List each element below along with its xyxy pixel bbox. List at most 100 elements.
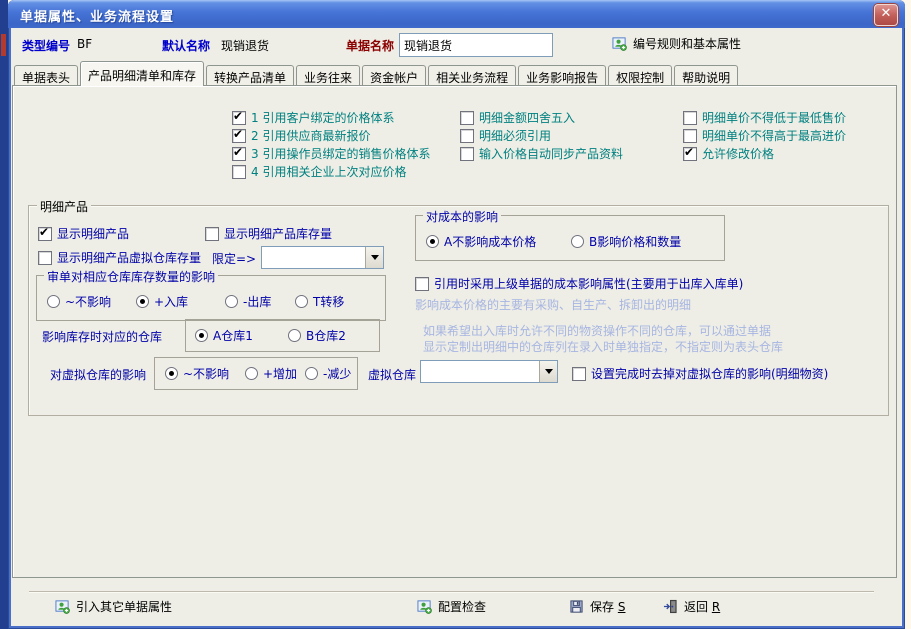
- checkbox-label: 2 引用供应商最新报价: [251, 127, 370, 144]
- default-name-value: 现销退货: [221, 37, 269, 54]
- checkbox-detail-must-quote[interactable]: 明细必须引用: [460, 128, 551, 143]
- checkbox-box[interactable]: [572, 367, 586, 381]
- detail-product-group-title: 明细产品: [37, 198, 91, 215]
- config-check-label: 配置检查: [438, 598, 486, 615]
- exit-door-icon: [663, 599, 678, 614]
- checkbox-box[interactable]: [683, 111, 697, 125]
- default-name-label: 默认名称: [162, 37, 210, 54]
- checkbox-box[interactable]: [38, 251, 52, 265]
- warehouse-radio-group: A仓库1 B仓库2: [185, 319, 380, 352]
- checkbox-use-operator-price[interactable]: 3 引用操作员绑定的销售价格体系: [232, 146, 430, 161]
- tab-impact-report[interactable]: 业务影响报告: [518, 65, 606, 86]
- checkbox-box[interactable]: [415, 277, 429, 291]
- checkbox-label: 显示明细产品虚拟仓库存量: [57, 249, 201, 266]
- checkbox-use-supplier-quote[interactable]: 2 引用供应商最新报价: [232, 128, 370, 143]
- checkbox-label: 明细金额四舍五入: [479, 109, 575, 126]
- radio-circle[interactable]: [136, 295, 149, 308]
- import-attributes-button[interactable]: 引入其它单据属性: [55, 598, 172, 615]
- checkbox-label: 3 引用操作员绑定的销售价格体系: [251, 145, 430, 162]
- radio-circle[interactable]: [426, 235, 439, 248]
- radio-circle[interactable]: [571, 235, 584, 248]
- radio-label: -减少: [323, 365, 351, 382]
- radio-label: +入库: [154, 293, 188, 310]
- radio-warehouse-a[interactable]: A仓库1: [195, 328, 253, 343]
- radio-virtual-increase[interactable]: +增加: [245, 366, 297, 381]
- numbering-rules-button[interactable]: 编号规则和基本属性: [612, 35, 741, 52]
- virtual-effect-label: 对虚拟仓库的影响: [50, 366, 146, 383]
- checkbox-box[interactable]: [232, 129, 246, 143]
- checkbox-show-virtual-stock[interactable]: 显示明细产品虚拟仓库存量: [38, 250, 201, 265]
- radio-cost-no-effect[interactable]: A不影响成本价格: [426, 234, 536, 249]
- checkbox-box[interactable]: [232, 147, 246, 161]
- checkbox-box[interactable]: [460, 129, 474, 143]
- tab-related-process[interactable]: 相关业务流程: [428, 65, 516, 86]
- checkbox-use-customer-price[interactable]: 1 引用客户绑定的价格体系: [232, 110, 394, 125]
- checkbox-box[interactable]: [683, 147, 697, 161]
- tab-doc-header[interactable]: 单据表头: [14, 65, 78, 86]
- virtual-warehouse-label: 虚拟仓库: [368, 366, 416, 383]
- radio-stock-out[interactable]: -出库: [225, 294, 271, 309]
- radio-no-effect[interactable]: ~不影响: [47, 294, 111, 309]
- window-title: 单据属性、业务流程设置: [20, 6, 174, 25]
- checkbox-inherit-cost-attr[interactable]: 引用时采用上级单据的成本影响属性(主要用于出库入库单): [415, 276, 743, 291]
- radio-circle[interactable]: [195, 329, 208, 342]
- doc-name-input[interactable]: [399, 33, 553, 57]
- checkbox-use-last-related-price[interactable]: 4 引用相关企业上次对应价格: [232, 164, 406, 179]
- checkbox-box[interactable]: [232, 111, 246, 125]
- radio-virtual-no-effect[interactable]: ~不影响: [165, 366, 229, 381]
- checkbox-label: 4 引用相关企业上次对应价格: [251, 163, 406, 180]
- radio-transfer[interactable]: T转移: [295, 294, 344, 309]
- config-check-button[interactable]: 配置检查: [417, 598, 486, 615]
- tab-convert-product-list[interactable]: 转换产品清单: [206, 65, 294, 86]
- radio-circle[interactable]: [47, 295, 60, 308]
- virtual-warehouse-combobox[interactable]: [420, 360, 558, 383]
- checkbox-box[interactable]: [205, 227, 219, 241]
- checkbox-show-detail-product[interactable]: 显示明细产品: [38, 226, 129, 241]
- checkbox-round-amount[interactable]: 明细金额四舍五入: [460, 110, 575, 125]
- close-icon[interactable]: ✕: [874, 4, 898, 26]
- radio-cost-affect-price-qty[interactable]: B影响价格和数量: [571, 234, 681, 249]
- checkbox-show-detail-stock[interactable]: 显示明细产品库存量: [205, 226, 332, 241]
- return-button[interactable]: 返回 R: [663, 598, 720, 615]
- limit-combobox-value: [262, 247, 365, 268]
- tab-fund-account[interactable]: 资金帐户: [362, 65, 426, 86]
- dropdown-arrow-icon[interactable]: [539, 361, 557, 382]
- checkbox-box[interactable]: [38, 227, 52, 241]
- checkbox-allow-modify-price[interactable]: 允许修改价格: [683, 146, 774, 161]
- checkbox-clear-virtual-effect[interactable]: 设置完成时去掉对虚拟仓库的影响(明细物资): [572, 366, 828, 381]
- title-bar[interactable]: 单据属性、业务流程设置 ✕: [8, 0, 905, 28]
- radio-label: T转移: [313, 293, 344, 310]
- warehouse-hint-line1: 如果希望出入库时允许不同的物资操作不同的仓库，可以通过单据: [423, 322, 771, 339]
- radio-warehouse-b[interactable]: B仓库2: [288, 328, 346, 343]
- warehouse-hint-line2: 显示定制出明细中的仓库列在录入时单独指定，不指定则为表头仓库: [423, 338, 783, 355]
- limit-label: 限定=>: [212, 250, 256, 267]
- radio-circle[interactable]: [305, 367, 318, 380]
- checkbox-max-purchase-price[interactable]: 明细单价不得高于最高进价: [683, 128, 846, 143]
- checkbox-box[interactable]: [683, 129, 697, 143]
- radio-stock-in[interactable]: +入库: [136, 294, 188, 309]
- tab-permission[interactable]: 权限控制: [608, 65, 672, 86]
- radio-circle[interactable]: [295, 295, 308, 308]
- dialog-window: 单据属性、业务流程设置 ✕ 类型编号 BF 默认名称 现销退货 单据名称 编号规…: [8, 0, 905, 629]
- tab-help[interactable]: 帮助说明: [674, 65, 738, 86]
- checkbox-box[interactable]: [460, 111, 474, 125]
- checkbox-sync-price-to-product[interactable]: 输入价格自动同步产品资料: [460, 146, 623, 161]
- footer-divider: [29, 591, 874, 592]
- checkbox-min-sale-price[interactable]: 明细单价不得低于最低售价: [683, 110, 846, 125]
- radio-circle[interactable]: [288, 329, 301, 342]
- save-button[interactable]: 保存 S: [569, 598, 625, 615]
- radio-circle[interactable]: [225, 295, 238, 308]
- warehouse-row-label: 影响库存时对应的仓库: [42, 328, 162, 345]
- limit-combobox[interactable]: [261, 246, 384, 269]
- radio-virtual-decrease[interactable]: -减少: [305, 366, 351, 381]
- cost-effect-group: 对成本的影响 A不影响成本价格 B影响价格和数量: [415, 215, 725, 261]
- tab-business-contacts[interactable]: 业务往来: [296, 65, 360, 86]
- radio-circle[interactable]: [165, 367, 178, 380]
- type-no-label: 类型编号: [22, 37, 70, 54]
- dropdown-arrow-icon[interactable]: [365, 247, 383, 268]
- virtual-warehouse-value: [421, 361, 539, 382]
- checkbox-box[interactable]: [460, 147, 474, 161]
- tab-product-detail-stock[interactable]: 产品明细清单和库存: [80, 61, 204, 86]
- checkbox-box[interactable]: [232, 165, 246, 179]
- radio-circle[interactable]: [245, 367, 258, 380]
